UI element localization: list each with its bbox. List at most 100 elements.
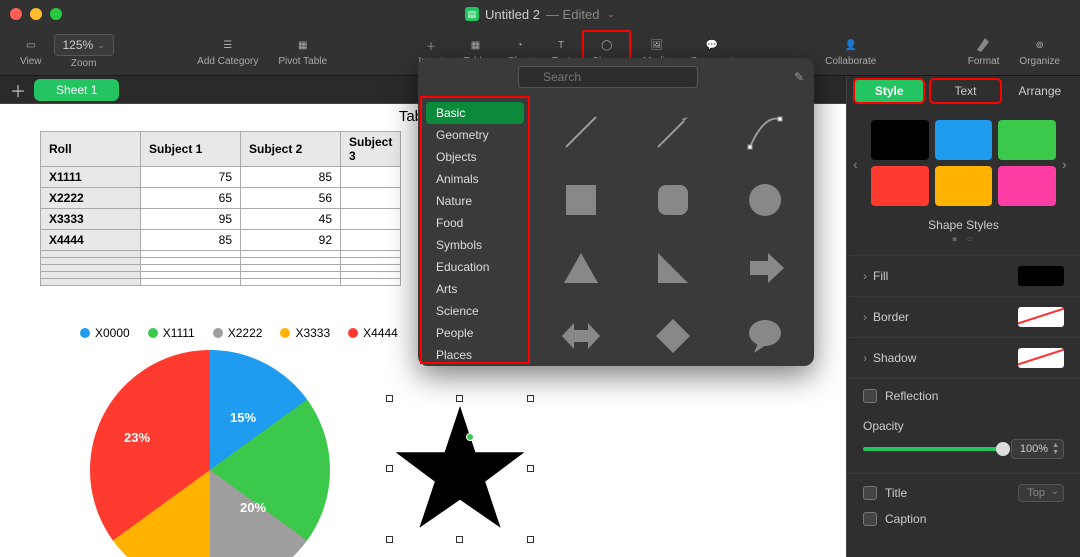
table-row[interactable]	[41, 258, 401, 265]
add-sheet-button[interactable]: ＋	[8, 80, 28, 100]
title-position-dropdown[interactable]: Top	[1018, 484, 1064, 502]
shape-search-input[interactable]	[518, 66, 698, 88]
fill-color-well[interactable]	[1018, 266, 1064, 286]
title-checkbox[interactable]	[863, 486, 877, 500]
style-swatch[interactable]	[871, 166, 929, 206]
title-row: Title Top	[847, 473, 1080, 512]
pivot-icon: ▦	[294, 36, 312, 54]
organize-label: Organize	[1019, 56, 1060, 67]
style-swatch[interactable]	[935, 120, 993, 160]
col-header[interactable]: Subject 1	[141, 132, 241, 167]
title-chevron-icon[interactable]: ⌄	[607, 9, 615, 20]
border-row[interactable]: ›Border	[847, 296, 1080, 337]
pie-chart[interactable]: 15% 20% 23%	[90, 350, 330, 530]
shadow-style-well[interactable]	[1018, 348, 1064, 368]
shape-category-list[interactable]: Basic Geometry Objects Animals Nature Fo…	[420, 96, 530, 364]
table-row[interactable]	[41, 251, 401, 258]
table-row[interactable]	[41, 279, 401, 286]
pivot-table-button[interactable]: ▦ Pivot Table	[270, 30, 335, 74]
zoom-control[interactable]: 125% ⌄	[54, 34, 114, 56]
sheet-tab-1[interactable]: Sheet 1	[34, 79, 119, 101]
category-nature[interactable]: Nature	[426, 190, 524, 212]
fill-row[interactable]: ›Fill	[847, 255, 1080, 296]
view-button[interactable]: ▭ View	[12, 30, 50, 74]
inspector-tab-arrange[interactable]: Arrange	[1006, 80, 1074, 102]
col-header[interactable]: Subject 3	[341, 132, 401, 167]
media-icon: 🖼	[648, 36, 666, 54]
shape-arrow-right[interactable]	[724, 242, 806, 294]
opacity-stepper[interactable]: ▲▼	[1052, 442, 1059, 456]
category-people[interactable]: People	[426, 322, 524, 344]
shape-square[interactable]	[540, 174, 622, 226]
style-swatch[interactable]	[998, 120, 1056, 160]
collaborate-label: Collaborate	[825, 56, 876, 67]
category-icon: ☰	[219, 36, 237, 54]
inspector-tab-style[interactable]: Style	[853, 78, 925, 104]
legend-item: X3333	[280, 326, 330, 340]
shape-styles-label: Shape Styles	[847, 218, 1080, 232]
table-row[interactable]	[41, 272, 401, 279]
shape-circle[interactable]	[724, 174, 806, 226]
styles-prev-button[interactable]: ‹	[853, 156, 865, 172]
opacity-slider[interactable]	[863, 447, 1003, 451]
category-arts[interactable]: Arts	[426, 278, 524, 300]
category-food[interactable]: Food	[426, 212, 524, 234]
shape-rounded-square[interactable]	[632, 174, 714, 226]
shape-diamond[interactable]	[632, 310, 714, 362]
organize-button[interactable]: ⊚ Organize	[1011, 30, 1068, 74]
table-row[interactable]: X33339545	[41, 209, 401, 230]
document-title[interactable]: Untitled 2	[485, 7, 540, 22]
format-button[interactable]: Format	[960, 30, 1008, 74]
text-icon: T	[552, 36, 570, 54]
shadow-row[interactable]: ›Shadow	[847, 337, 1080, 378]
category-education[interactable]: Education	[426, 256, 524, 278]
data-table[interactable]: Roll Subject 1 Subject 2 Subject 3 X1111…	[40, 131, 401, 286]
category-animals[interactable]: Animals	[426, 168, 524, 190]
shape-speech-bubble[interactable]	[724, 310, 806, 362]
caption-checkbox[interactable]	[863, 512, 877, 526]
style-swatch[interactable]	[871, 120, 929, 160]
col-header[interactable]: Roll	[41, 132, 141, 167]
style-swatch[interactable]	[998, 166, 1056, 206]
view-icon: ▭	[22, 36, 40, 54]
shape-double-arrow[interactable]	[540, 310, 622, 362]
minimize-window-button[interactable]	[30, 8, 42, 20]
shape-curve[interactable]	[724, 106, 806, 158]
category-objects[interactable]: Objects	[426, 146, 524, 168]
table-row[interactable]: X44448592	[41, 230, 401, 251]
style-swatch[interactable]	[935, 166, 993, 206]
category-places[interactable]: Places	[426, 344, 524, 364]
category-basic[interactable]: Basic	[426, 102, 524, 124]
reflection-checkbox[interactable]	[863, 389, 877, 403]
opacity-value-field[interactable]: 100% ▲▼	[1011, 439, 1064, 459]
category-geometry[interactable]: Geometry	[426, 124, 524, 146]
border-style-well[interactable]	[1018, 307, 1064, 327]
close-window-button[interactable]	[10, 8, 22, 20]
edited-label: — Edited	[546, 7, 599, 22]
add-category-button[interactable]: ☰ Add Category	[189, 30, 266, 74]
fullscreen-window-button[interactable]	[50, 8, 62, 20]
col-header[interactable]: Subject 2	[241, 132, 341, 167]
shape-right-triangle[interactable]	[632, 242, 714, 294]
styles-next-button[interactable]: ›	[1062, 156, 1074, 172]
collaborate-button[interactable]: 👤 Collaborate	[817, 30, 884, 74]
insert-icon: ＋	[422, 36, 440, 54]
traffic-lights	[10, 8, 62, 20]
shape-arrow-line[interactable]	[632, 106, 714, 158]
shape-line[interactable]	[540, 106, 622, 158]
table-row[interactable]: X11117585	[41, 167, 401, 188]
pivot-table-label: Pivot Table	[278, 56, 327, 67]
inspector-tab-text[interactable]: Text	[929, 78, 1001, 104]
star-point-handle[interactable]	[466, 433, 474, 441]
category-symbols[interactable]: Symbols	[426, 234, 524, 256]
legend-item: X4444	[348, 326, 398, 340]
category-science[interactable]: Science	[426, 300, 524, 322]
edit-shapes-button[interactable]: ✎	[794, 70, 804, 84]
page-dots[interactable]: ● ○	[847, 234, 1080, 245]
table-row[interactable]: X22226556	[41, 188, 401, 209]
selected-star-shape[interactable]	[390, 399, 530, 539]
format-inspector: Style Text Arrange ‹ › Shape Styles ● ○ …	[846, 76, 1080, 557]
shape-triangle[interactable]	[540, 242, 622, 294]
collaborate-icon: 👤	[842, 36, 860, 54]
table-row[interactable]	[41, 265, 401, 272]
